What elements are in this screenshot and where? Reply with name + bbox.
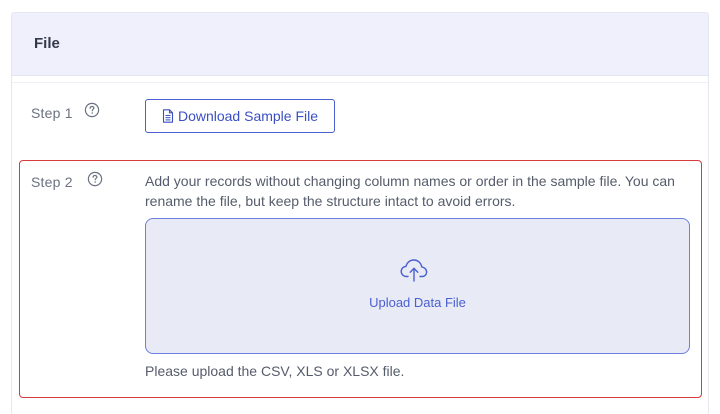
- card-header: File: [12, 13, 708, 76]
- step2-label: Step 2: [31, 174, 73, 190]
- step2-description: Add your records without changing column…: [145, 173, 675, 209]
- cloud-upload-icon: [400, 259, 428, 282]
- help-icon[interactable]: [84, 102, 100, 118]
- download-sample-label: Download Sample File: [177, 108, 319, 124]
- help-icon[interactable]: [87, 171, 103, 187]
- file-card: File Step 1 Download Sample File Step 2 …: [11, 12, 709, 414]
- step1-label: Step 1: [31, 105, 73, 121]
- upload-dropzone[interactable]: Upload Data File: [145, 218, 690, 354]
- file-type-hint: Please upload the CSV, XLS or XLSX file.: [145, 363, 405, 379]
- section-title: File: [34, 35, 60, 52]
- divider: [12, 82, 708, 83]
- download-sample-button[interactable]: Download Sample File: [145, 99, 335, 133]
- document-icon: [162, 109, 174, 123]
- upload-data-file-label: Upload Data File: [369, 295, 466, 310]
